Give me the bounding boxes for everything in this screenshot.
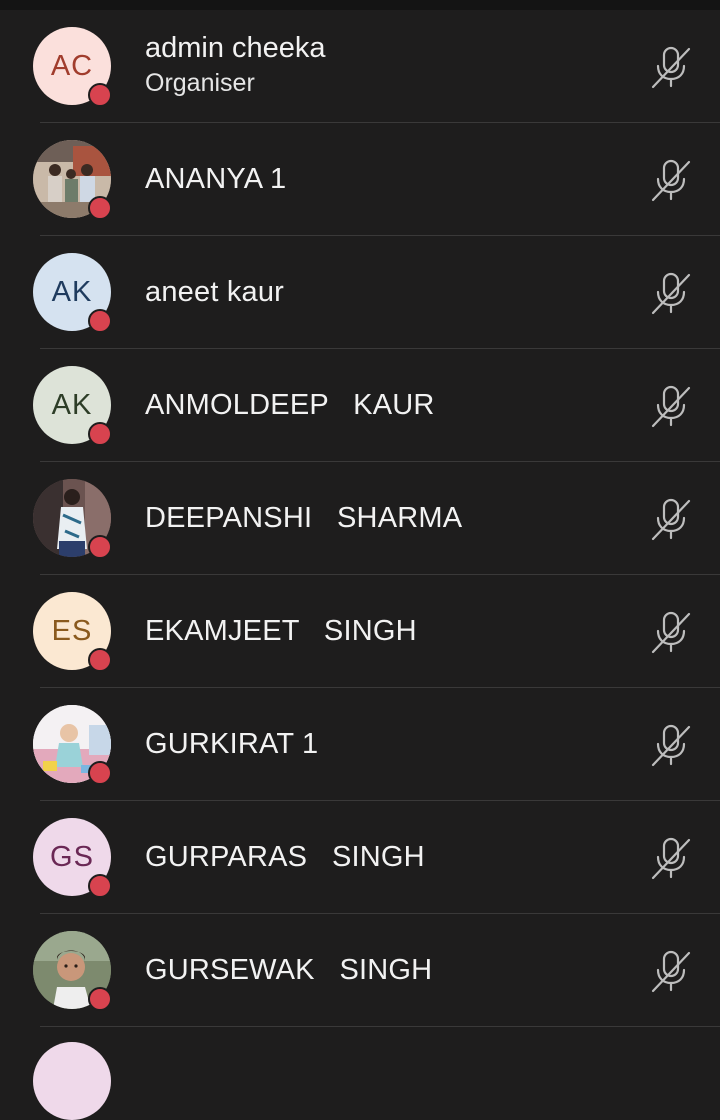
mic-off-icon[interactable]: [648, 948, 694, 994]
avatar-initials: ES: [51, 614, 93, 647]
participant-name: ANMOLDEEP KAUR: [145, 389, 435, 421]
participant-row[interactable]: AK ANMOLDEEP KAUR: [0, 349, 720, 462]
participant-name: GURSEWAK SINGH: [145, 954, 433, 986]
participant-row[interactable]: AC admin cheeka Organiser: [0, 10, 720, 123]
participant-row[interactable]: DEEPANSHI SHARMA: [0, 462, 720, 575]
presence-dot-icon: [88, 648, 112, 672]
participant-role: Organiser: [145, 69, 255, 97]
avatar-partial: [33, 1042, 111, 1120]
mic-off-icon[interactable]: [648, 835, 694, 881]
participant-row[interactable]: AK aneet kaur: [0, 236, 720, 349]
participant-name-block: admin cheeka Organiser: [145, 30, 326, 100]
avatar-initials: GS: [50, 840, 94, 873]
avatar-initials: AK: [51, 388, 93, 421]
presence-dot-icon: [88, 309, 112, 333]
mic-off-icon[interactable]: [648, 722, 694, 768]
mic-off-icon[interactable]: [648, 270, 694, 316]
participant-name: ANANYA 1: [145, 163, 287, 195]
participant-list: AC admin cheeka Organiser ANANYA 1 AK an…: [0, 10, 720, 1027]
presence-dot-icon: [88, 422, 112, 446]
participant-row[interactable]: GURSEWAK SINGH: [0, 914, 720, 1027]
participant-name: GURPARAS SINGH: [145, 841, 425, 873]
presence-dot-icon: [88, 196, 112, 220]
participant-name: EKAMJEET SINGH: [145, 615, 417, 647]
presence-dot-icon: [88, 987, 112, 1011]
participant-name: admin cheeka: [145, 32, 326, 64]
avatar-initials: AK: [51, 275, 93, 308]
presence-dot-icon: [88, 874, 112, 898]
presence-dot-icon: [88, 761, 112, 785]
participant-name: DEEPANSHI SHARMA: [145, 502, 463, 534]
mic-off-icon[interactable]: [648, 496, 694, 542]
top-bar: [0, 0, 720, 10]
presence-dot-icon: [88, 83, 112, 107]
participant-row[interactable]: ANANYA 1: [0, 123, 720, 236]
mic-off-icon[interactable]: [648, 383, 694, 429]
presence-dot-icon: [88, 535, 112, 559]
participant-name: GURKIRAT 1: [145, 728, 319, 760]
mic-off-icon[interactable]: [648, 157, 694, 203]
participant-row[interactable]: GS GURPARAS SINGH: [0, 801, 720, 914]
mic-off-icon[interactable]: [648, 44, 694, 90]
participant-row[interactable]: GURKIRAT 1: [0, 688, 720, 801]
participant-name: aneet kaur: [145, 276, 285, 308]
participant-row[interactable]: ES EKAMJEET SINGH: [0, 575, 720, 688]
mic-off-icon[interactable]: [648, 609, 694, 655]
avatar-initials: AC: [50, 49, 94, 82]
